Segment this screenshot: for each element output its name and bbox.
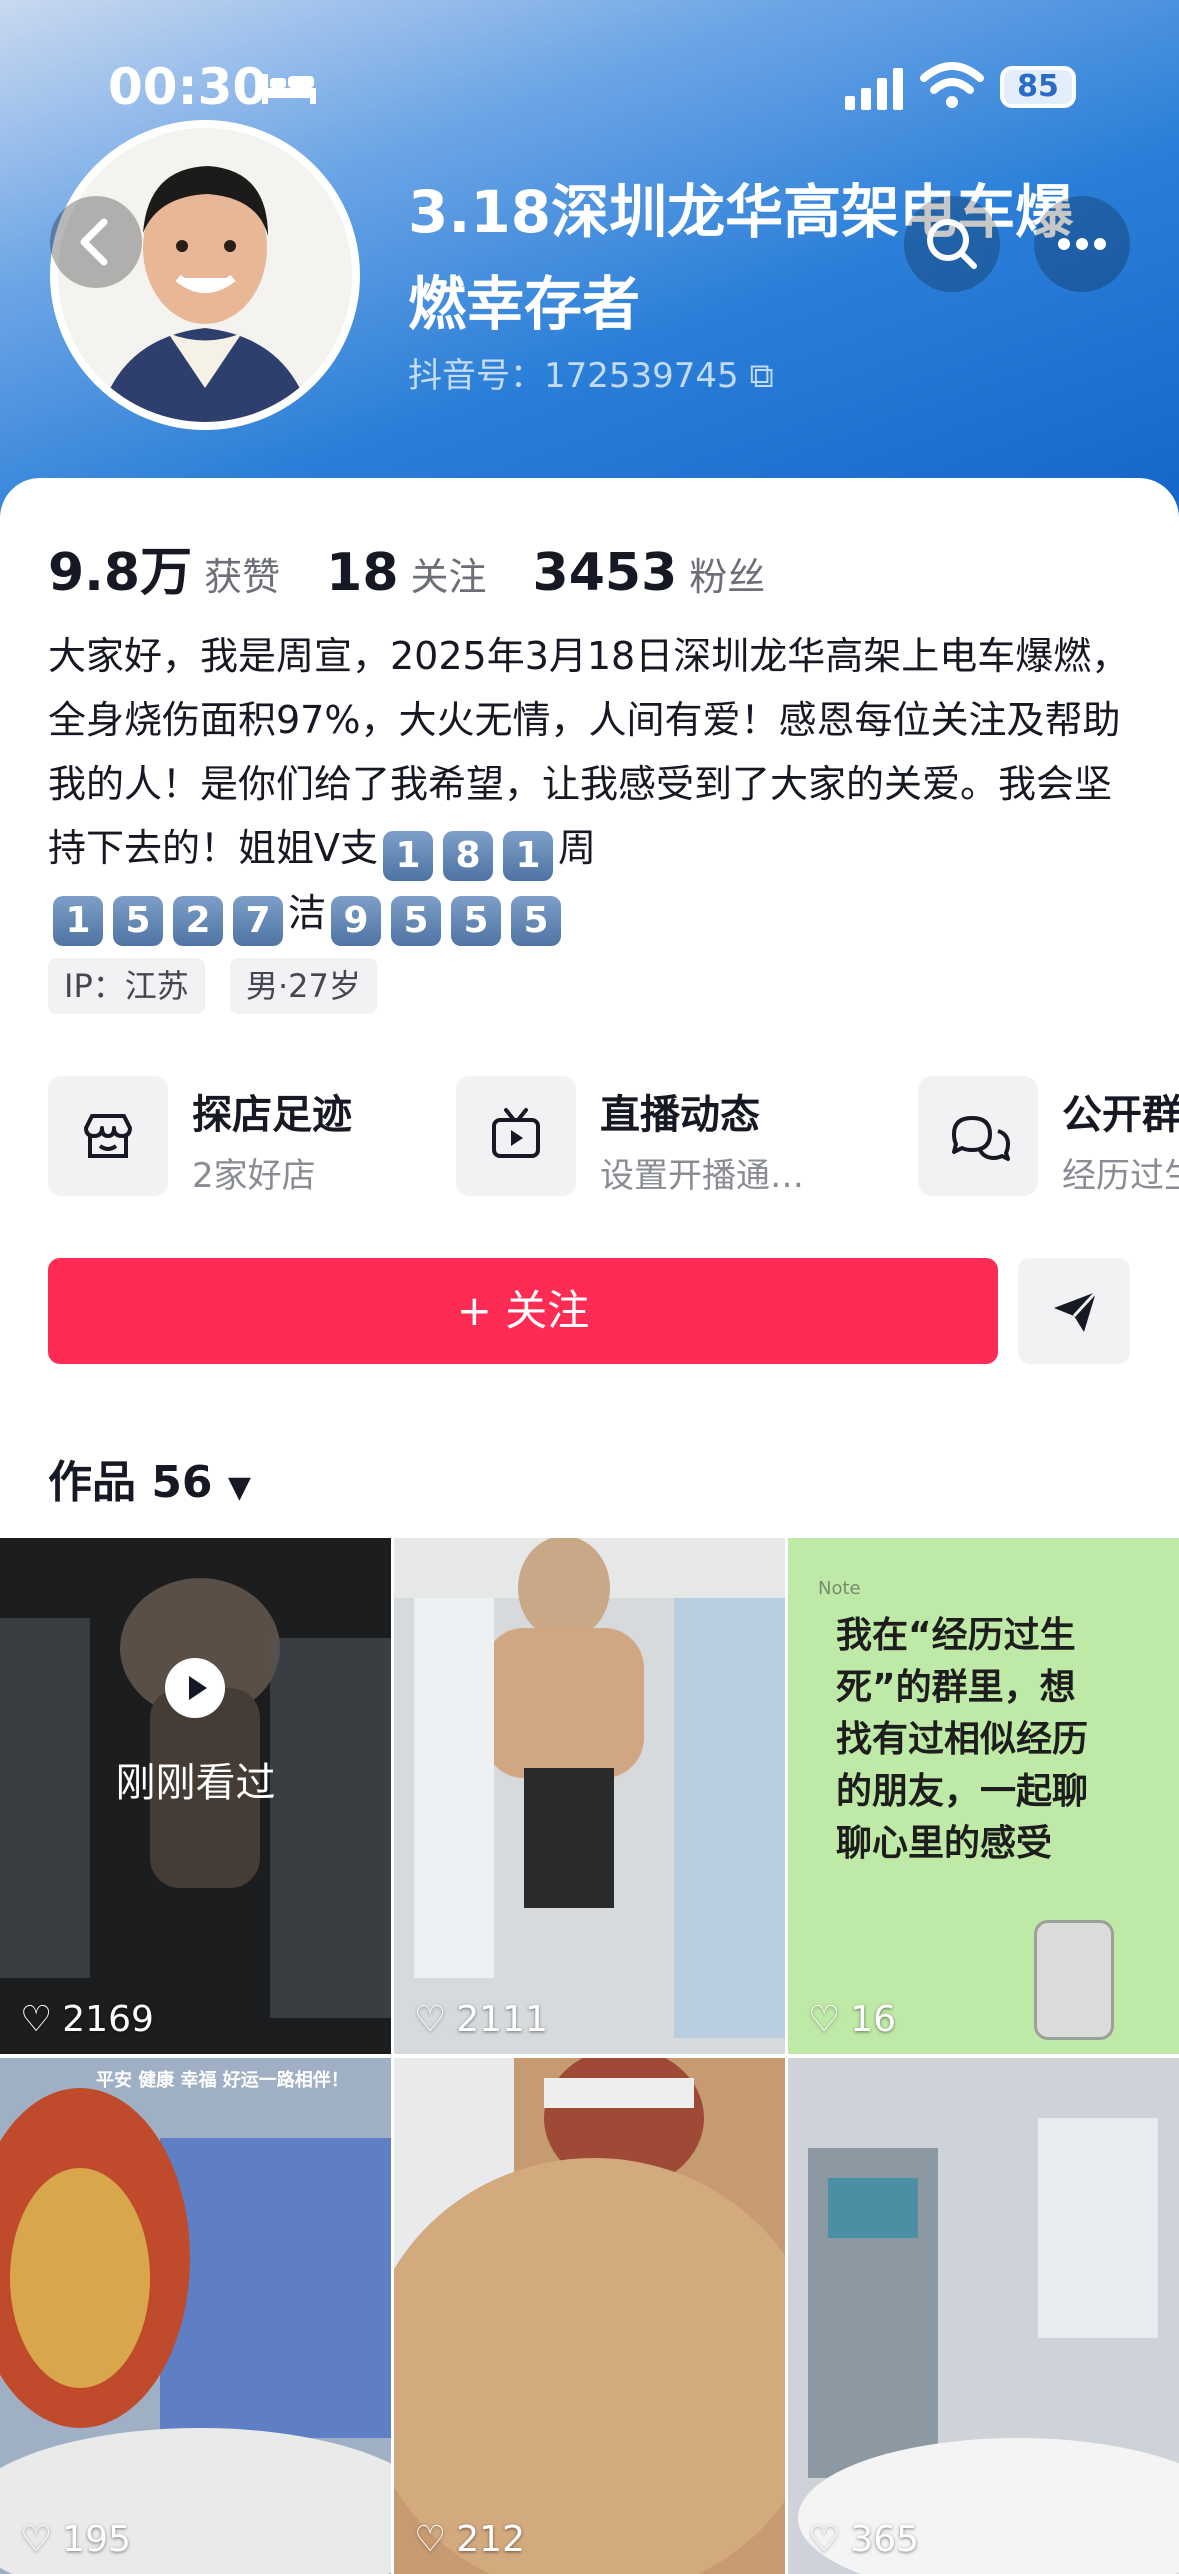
service-shop-visits[interactable]: 探店足迹 2家好店 (48, 1076, 408, 1196)
sleep-bed-icon (262, 74, 316, 104)
keycap-digit: 5 (451, 896, 502, 946)
more-options-button[interactable] (1034, 196, 1130, 292)
dropdown-triangle-icon: ▼ (227, 1470, 251, 1505)
shop-icon (48, 1076, 168, 1196)
keycap-digit: 5 (511, 896, 562, 946)
video-thumb[interactable]: 刚刚看过 ♡ 2169 (0, 1538, 391, 2054)
profile-stats: 9.8万 获赞 18 关注 3453 粉丝 (48, 530, 811, 605)
video-thumbnail-image (394, 2058, 785, 2574)
note-line: 死”的群里，想 (836, 1667, 1076, 1708)
heart-icon: ♡ (414, 2519, 447, 2560)
bio-text-mid2: 洁 (288, 891, 327, 935)
group-chat-icon (918, 1076, 1038, 1196)
service-live-updates[interactable]: 直播动态 设置开播通… (456, 1076, 856, 1196)
keycap-digit: 2 (173, 896, 223, 946)
bio: 大家好，我是周宣，2025年3月18日深圳龙华高架上电车爆燃，全身烧伤面积97%… (48, 624, 1148, 946)
video-thumbnail-image (0, 2058, 391, 2574)
video-thumb[interactable]: ♡ 212 (394, 2058, 785, 2574)
service-title: 公开群 (1062, 1092, 1179, 1138)
heart-icon: ♡ (20, 2519, 53, 2560)
follow-button[interactable]: + 关注 (48, 1258, 998, 1364)
status-time: 00:30 (108, 58, 268, 116)
service-title: 探店足迹 (192, 1092, 352, 1138)
wifi-icon (920, 62, 984, 108)
note-line: 我在“经历过生 (836, 1615, 1076, 1656)
phone-illustration (1034, 1920, 1114, 2040)
keycap-digit: 1 (53, 896, 103, 946)
keycap-digit: 7 (233, 896, 283, 946)
profile-name: 3.18深圳龙华高架电车爆燃幸存者 (408, 178, 1074, 338)
note-text: 我在“经历过生 死”的群里，想 找有过相似经历 的朋友，一起聊 聊心里的感受 (836, 1610, 1088, 1870)
like-count: ♡ 2169 (20, 1999, 154, 2040)
like-count: ♡ 195 (20, 2519, 131, 2560)
service-title: 直播动态 (600, 1092, 760, 1138)
douyin-id[interactable]: 抖音号：172539745 ⧉ (408, 348, 774, 397)
paper-plane-icon (1054, 1290, 1098, 1332)
like-count: ♡ 212 (414, 2519, 525, 2560)
gender-age-tag: 男·27岁 (230, 958, 377, 1014)
like-count: ♡ 365 (808, 2519, 919, 2560)
note-line: 聊心里的感受 (836, 1823, 1053, 1864)
like-count: ♡ 16 (808, 1999, 897, 2040)
note-line: 的朋友，一起聊 (836, 1771, 1089, 1812)
service-subtitle: 经历过生 (1062, 1156, 1179, 1196)
note-label: Note (818, 1578, 861, 1599)
note-line: 找有过相似经历 (836, 1719, 1089, 1760)
back-button[interactable] (50, 196, 142, 288)
like-count: ♡ 2111 (414, 1999, 548, 2040)
keycap-digit: 8 (443, 831, 493, 881)
fans-label[interactable]: 粉丝 (689, 555, 765, 599)
fans-count[interactable]: 3453 (533, 543, 678, 603)
bio-text-mid: 周 (558, 826, 597, 870)
keycap-digit: 1 (383, 831, 433, 881)
cellular-signal-icon (845, 68, 903, 110)
heart-icon: ♡ (20, 1999, 53, 2040)
recently-watched-label: 刚刚看过 (115, 1760, 276, 1806)
video-thumb[interactable]: Note 我在“经历过生 死”的群里，想 找有过相似经历 的朋友，一起聊 聊心里… (788, 1538, 1179, 2054)
heart-icon: ♡ (414, 1999, 447, 2040)
keycap-digit: 9 (331, 896, 382, 946)
video-thumb[interactable]: 平安 健康 幸福 好运一路相伴！ ♡ 195 (0, 2058, 391, 2574)
video-thumbnail-image (788, 2058, 1179, 2574)
video-thumb[interactable]: ♡ 2111 (394, 1538, 785, 2054)
keycap-digit: 5 (391, 896, 442, 946)
video-thumbnail-image (394, 1538, 785, 2054)
works-label: 作品 56 (48, 1457, 213, 1508)
ip-tag: IP：江苏 (48, 958, 205, 1014)
works-tab[interactable]: 作品 56 ▼ (48, 1446, 251, 1510)
likes-count: 9.8万 (48, 543, 193, 603)
heart-icon: ♡ (808, 1999, 841, 2040)
search-button[interactable] (904, 196, 1000, 292)
share-button[interactable] (1018, 1258, 1130, 1364)
copy-icon[interactable]: ⧉ (750, 356, 774, 396)
following-count[interactable]: 18 (326, 543, 398, 603)
live-tv-icon (456, 1076, 576, 1196)
service-public-group[interactable]: 公开群 经历过生 (918, 1076, 1179, 1196)
video-banner-text: 平安 健康 幸福 好运一路相伴！ (96, 2070, 349, 2091)
following-label[interactable]: 关注 (411, 555, 487, 599)
likes-label: 获赞 (204, 555, 281, 599)
service-subtitle: 2家好店 (192, 1156, 316, 1196)
service-subtitle: 设置开播通… (600, 1156, 804, 1196)
keycap-digit: 1 (503, 831, 553, 881)
heart-icon: ♡ (808, 2519, 841, 2560)
douyin-id-text: 抖音号：172539745 (408, 356, 739, 396)
battery-indicator: 85 (1000, 66, 1076, 108)
play-icon (165, 1658, 225, 1718)
video-thumb[interactable]: ♡ 365 (788, 2058, 1179, 2574)
profile-header: 00:30 85 3.18深圳龙华高架电车爆燃幸存者 抖音号：172539745… (0, 0, 1179, 520)
keycap-digit: 5 (113, 896, 163, 946)
